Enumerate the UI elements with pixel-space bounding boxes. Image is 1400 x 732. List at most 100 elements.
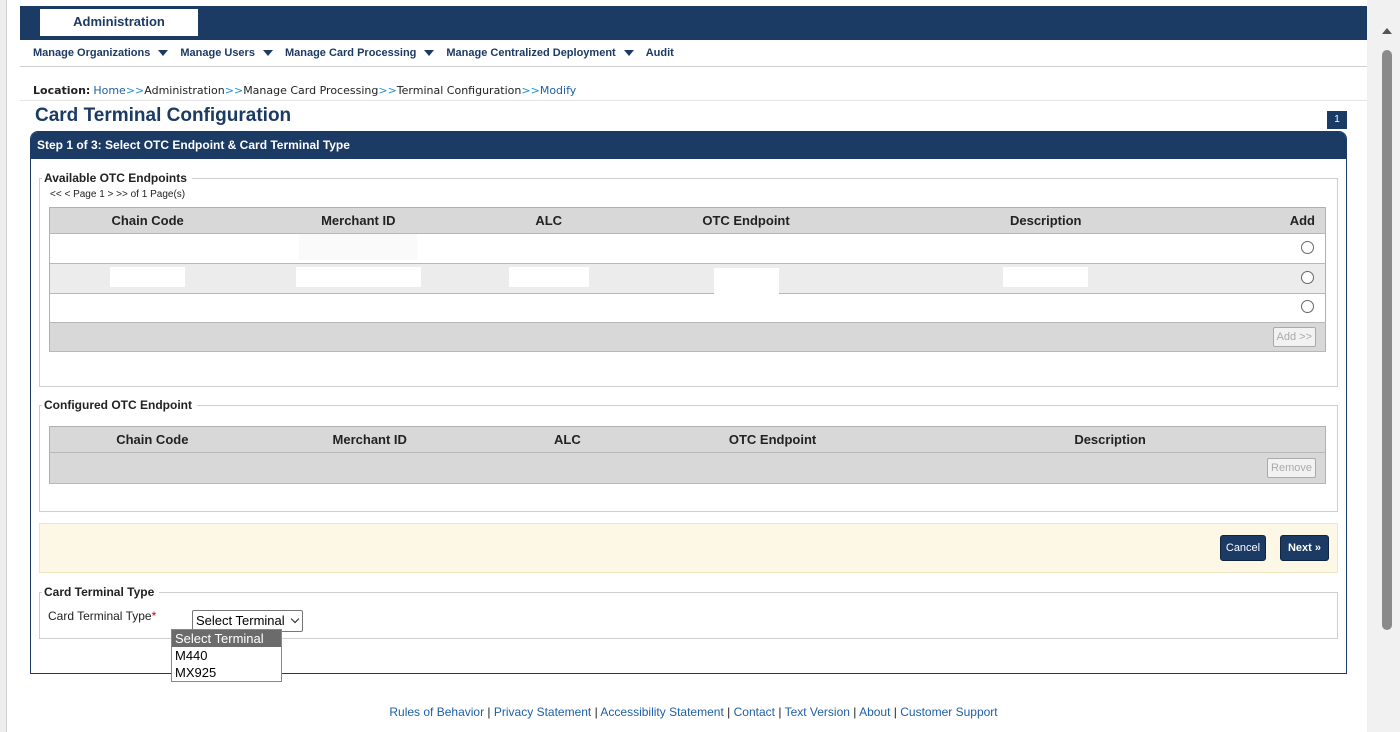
select-value: Select Terminal <box>196 613 285 628</box>
available-endpoints-table: Chain Code Merchant ID ALC OTC Endpoint … <box>49 207 1326 352</box>
add-button[interactable]: Add >> <box>1272 327 1316 347</box>
configured-endpoint-section: Configured OTC Endpoint Chain Code Merch… <box>39 398 1338 512</box>
step-panel: Step 1 of 3: Select OTC Endpoint & Card … <box>30 131 1347 674</box>
chevron-down-icon <box>290 614 300 624</box>
card-terminal-type-legend: Card Terminal Type <box>44 585 155 599</box>
crumb-modify: Modify <box>539 84 577 97</box>
redacted-cell <box>508 267 589 287</box>
table-row <box>49 263 1326 294</box>
footer-links: Rules of Behavior | Privacy Statement | … <box>0 705 1387 719</box>
table-header-row: Chain Code Merchant ID ALC OTC Endpoint … <box>49 426 1326 453</box>
page-badge: 1 <box>1327 111 1347 129</box>
option-m440[interactable]: M440 <box>172 647 281 664</box>
add-radio-3[interactable] <box>1301 300 1314 313</box>
scroll-up-arrow-icon[interactable] <box>1382 28 1392 34</box>
redacted-cell <box>713 268 779 294</box>
add-radio-1[interactable] <box>1301 240 1314 254</box>
menu-label: Audit <box>645 47 674 59</box>
col-chain-code[interactable]: Chain Code <box>49 426 255 453</box>
col-merchant-id[interactable]: Merchant ID <box>245 207 472 234</box>
required-asterisk: * <box>151 609 157 623</box>
configured-endpoint-table: Chain Code Merchant ID ALC OTC Endpoint … <box>49 426 1326 484</box>
card-terminal-type-label: Card Terminal Type <box>48 609 152 623</box>
table-footer-row: Add >> <box>49 322 1326 352</box>
top-header: Administration <box>20 6 1367 36</box>
crumb-separator: >> <box>125 84 145 97</box>
vertical-scrollbar[interactable] <box>1367 0 1400 732</box>
col-chain-code[interactable]: Chain Code <box>49 207 246 234</box>
crumb-terminal-configuration[interactable]: Terminal Configuration <box>397 84 522 97</box>
configured-endpoint-legend: Configured OTC Endpoint <box>44 398 192 412</box>
crumb-administration[interactable]: Administration <box>144 84 225 97</box>
footer-separator: | <box>778 705 782 719</box>
menu-label: Manage Centralized Deployment <box>446 47 616 59</box>
option-select-terminal[interactable]: Select Terminal <box>172 630 281 647</box>
action-bar: Cancel Next » <box>39 523 1338 573</box>
table-header-row: Chain Code Merchant ID ALC OTC Endpoint … <box>49 207 1326 234</box>
caret-down-icon <box>158 50 169 56</box>
table-row <box>49 233 1326 264</box>
caret-down-icon <box>424 50 435 56</box>
title-row: Card Terminal Configuration 1 <box>20 101 1367 131</box>
menu-label: Manage Card Processing <box>284 47 417 59</box>
footer-accessibility-statement[interactable]: Accessibility Statement <box>600 705 723 719</box>
menu-label: Manage Users <box>180 47 255 59</box>
col-merchant-id[interactable]: Merchant ID <box>254 426 485 453</box>
col-otc-endpoint[interactable]: OTC Endpoint <box>626 207 866 234</box>
page-container: Administration Manage Organizations Mana… <box>20 6 1367 674</box>
footer-about[interactable]: About <box>859 705 890 719</box>
caret-down-icon <box>262 50 273 56</box>
administration-tab[interactable]: Administration <box>40 6 198 36</box>
redacted-cell <box>295 267 421 287</box>
next-button[interactable]: Next » <box>1280 535 1329 561</box>
crumb-separator: >> <box>224 84 244 97</box>
col-otc-endpoint[interactable]: OTC Endpoint <box>649 426 896 453</box>
redacted-cell <box>110 267 186 287</box>
available-endpoints-section: Available OTC Endpoints << < Page 1 > >>… <box>39 171 1338 387</box>
footer-separator: | <box>727 705 731 719</box>
menu-manage-users[interactable]: Manage Users <box>180 47 273 59</box>
window-left-edge <box>0 0 7 732</box>
main-menu: Manage Organizations Manage Users Manage… <box>20 40 1367 67</box>
footer-separator: | <box>853 705 857 719</box>
add-radio-2[interactable] <box>1301 270 1314 284</box>
option-mx925[interactable]: MX925 <box>172 664 281 681</box>
col-description[interactable]: Description <box>865 207 1226 234</box>
menu-label: Manage Organizations <box>33 47 151 59</box>
card-terminal-type-options: Select Terminal M440 MX925 <box>171 629 282 682</box>
card-terminal-type-field: Card Terminal Type* <box>48 609 156 623</box>
col-alc[interactable]: ALC <box>484 426 650 453</box>
footer-rules-of-behavior[interactable]: Rules of Behavior <box>389 705 484 719</box>
footer-separator: | <box>487 705 491 719</box>
menu-manage-organizations[interactable]: Manage Organizations <box>33 47 169 59</box>
col-alc[interactable]: ALC <box>471 207 627 234</box>
footer-privacy-statement[interactable]: Privacy Statement <box>494 705 591 719</box>
crumb-separator: >> <box>378 84 397 97</box>
menu-manage-card-processing[interactable]: Manage Card Processing <box>284 47 435 59</box>
remove-button[interactable]: Remove <box>1267 458 1316 478</box>
scrollbar-thumb[interactable] <box>1382 50 1392 630</box>
redacted-cell <box>299 234 418 260</box>
footer-separator: | <box>893 705 897 719</box>
cancel-button[interactable]: Cancel <box>1220 535 1266 561</box>
step-heading: Step 1 of 3: Select OTC Endpoint & Card … <box>31 132 1346 159</box>
footer-separator: | <box>594 705 598 719</box>
footer-customer-support[interactable]: Customer Support <box>900 705 997 719</box>
location-label: Location: <box>33 84 91 97</box>
menu-manage-centralized-deployment[interactable]: Manage Centralized Deployment <box>446 47 634 59</box>
caret-down-icon <box>623 50 634 56</box>
col-description[interactable]: Description <box>895 426 1326 453</box>
table-footer-row: Remove <box>49 452 1326 484</box>
available-endpoints-legend: Available OTC Endpoints <box>44 171 187 185</box>
page-title: Card Terminal Configuration <box>35 105 292 126</box>
footer-contact[interactable]: Contact <box>734 705 775 719</box>
footer-text-version[interactable]: Text Version <box>785 705 850 719</box>
breadcrumb: Location: Home >> Administration >> Manage… <box>20 67 1367 101</box>
menu-audit[interactable]: Audit <box>646 47 674 59</box>
col-add: Add <box>1225 207 1326 234</box>
table-row <box>49 293 1326 323</box>
redacted-cell <box>1003 267 1089 287</box>
crumb-home[interactable]: Home <box>93 84 125 97</box>
crumb-manage-card-processing[interactable]: Manage Card Processing <box>243 84 378 97</box>
pagination[interactable]: << < Page 1 > >> of 1 Page(s) <box>50 189 185 200</box>
